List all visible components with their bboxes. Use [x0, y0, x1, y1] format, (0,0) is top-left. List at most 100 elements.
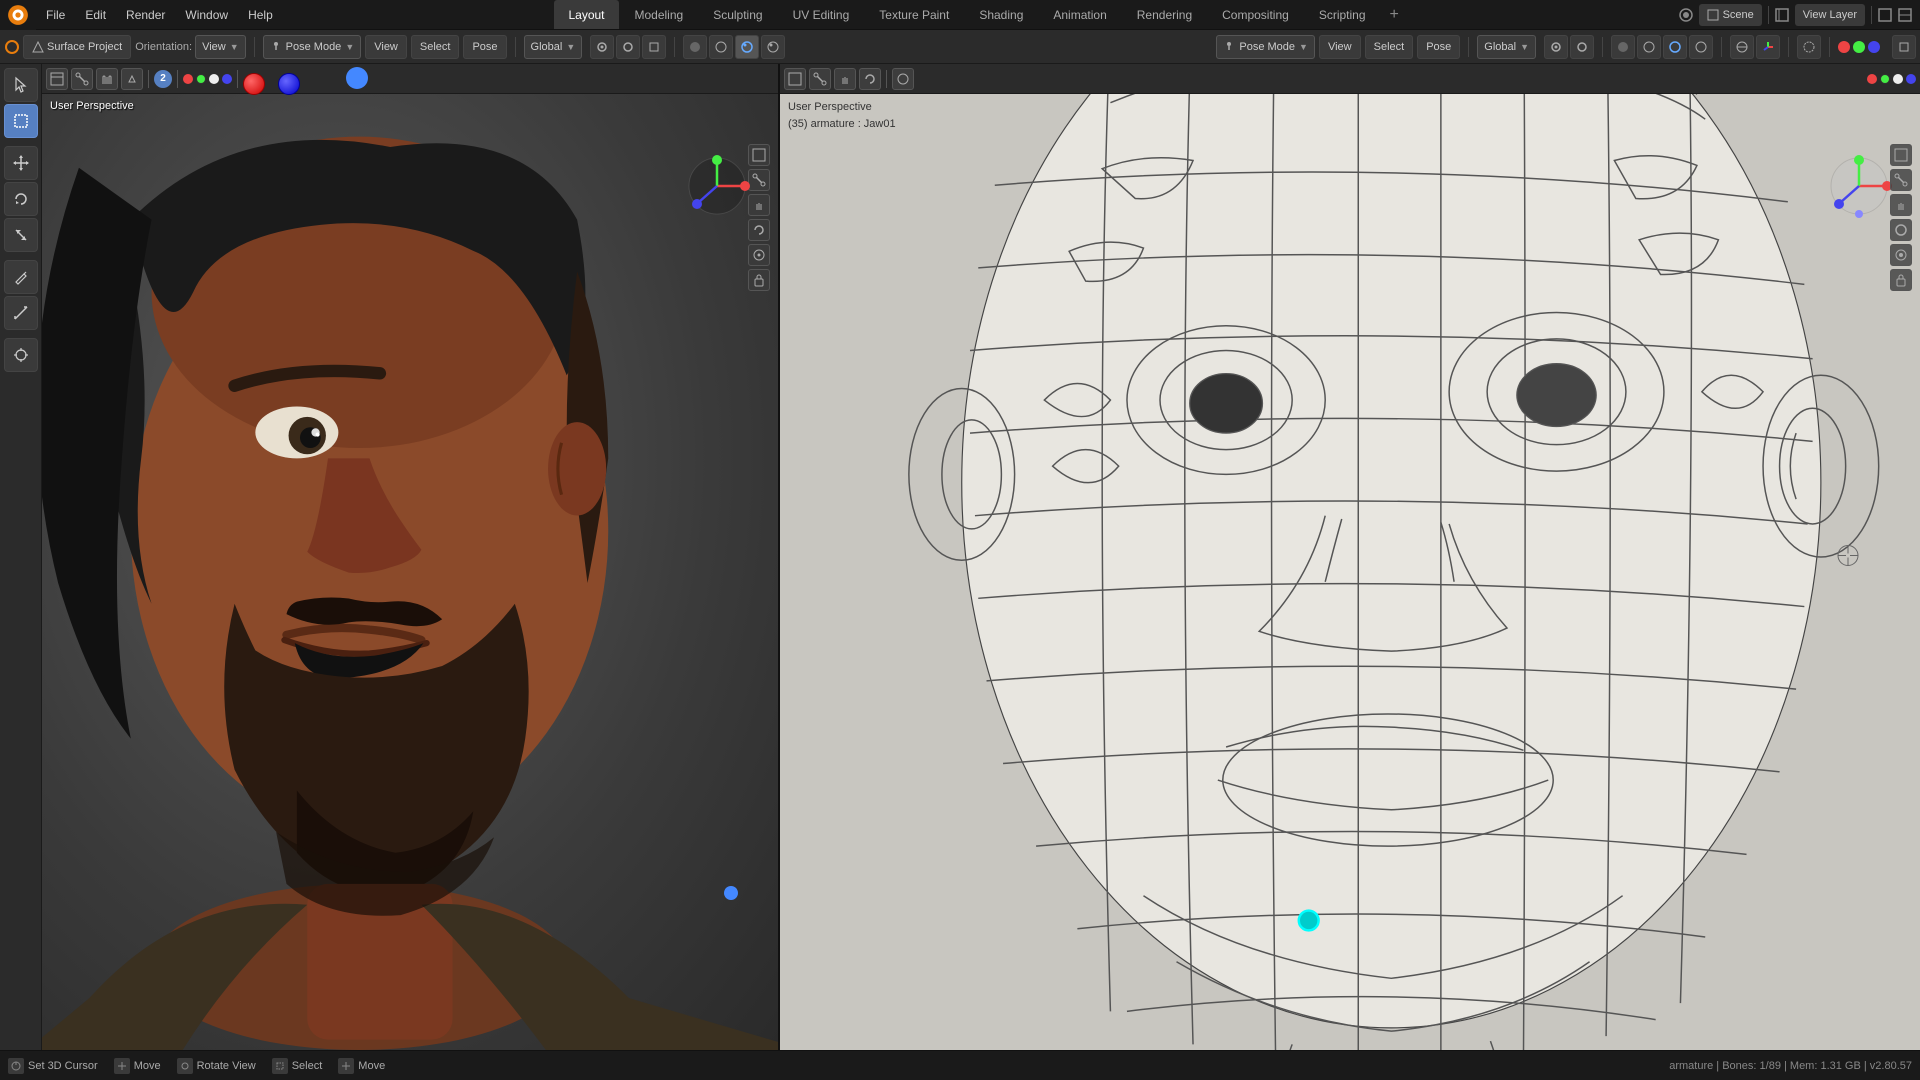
view-layer-selector[interactable]: View Layer [1795, 4, 1865, 26]
move2-icon [338, 1058, 354, 1074]
status-move2: Move [338, 1058, 385, 1074]
view-btn-right[interactable]: View [1319, 35, 1361, 59]
tool-rotate[interactable] [4, 182, 38, 216]
tool-scale[interactable] [4, 218, 38, 252]
vp-mini-cursor[interactable] [748, 244, 770, 266]
color-circle-blue[interactable] [278, 73, 300, 95]
tool-select[interactable] [4, 104, 38, 138]
shading-material-btn-r[interactable] [1663, 35, 1687, 59]
viewport-right[interactable]: .wf-line { stroke: #333; stroke-width: 0… [780, 64, 1920, 1050]
snap-icon-btn-r[interactable] [1544, 35, 1568, 59]
split-indicator: 2 [154, 70, 172, 88]
vp-mini-scene[interactable] [748, 144, 770, 166]
tab-scripting[interactable]: Scripting [1305, 0, 1380, 29]
shading-wireframe-btn[interactable] [709, 35, 733, 59]
tab-sculpting[interactable]: Sculpting [699, 0, 776, 29]
pose-btn-right[interactable]: Pose [1417, 35, 1460, 59]
gizmo-dot-red-r [1867, 74, 1877, 84]
tab-compositing[interactable]: Compositing [1208, 0, 1303, 29]
vp-right-scene-icon[interactable] [784, 68, 806, 90]
vp-right-mini-2[interactable] [1890, 169, 1912, 191]
shading-solid-btn-r[interactable] [1611, 35, 1635, 59]
extra-btn-r1[interactable] [1892, 35, 1916, 59]
menu-file[interactable]: File [36, 0, 75, 29]
tool-annotate[interactable] [4, 260, 38, 294]
viewport-left[interactable]: 2 [42, 64, 780, 1050]
vp-left-transform-icon[interactable] [121, 68, 143, 90]
vp-right-mini-4[interactable] [1890, 219, 1912, 241]
vp-right-cursor-icon[interactable] [892, 68, 914, 90]
global-dropdown-right[interactable]: Global ▼ [1477, 35, 1536, 59]
mouse-icon [8, 1058, 24, 1074]
proportional-icon-btn[interactable] [616, 35, 640, 59]
vp-right-hand-icon[interactable] [834, 68, 856, 90]
select-btn-left[interactable]: Select [411, 35, 460, 59]
shading-dot-blue [222, 74, 232, 84]
vp-right-bone-icon[interactable] [809, 68, 831, 90]
tool-transform[interactable] [4, 338, 38, 372]
tab-uv-editing[interactable]: UV Editing [779, 0, 864, 29]
tab-layout[interactable]: Layout [554, 0, 618, 29]
shading-render-btn[interactable] [761, 35, 785, 59]
orientation-dropdown[interactable]: View ▼ [195, 35, 246, 59]
view-btn-left[interactable]: View [365, 35, 407, 59]
gizmo-dot-green-r [1880, 74, 1890, 84]
tab-texture-paint[interactable]: Texture Paint [865, 0, 963, 29]
vp-mini-hand[interactable] [748, 194, 770, 216]
tab-modeling[interactable]: Modeling [621, 0, 698, 29]
select-btn-right[interactable]: Select [1365, 35, 1414, 59]
surface-project-btn[interactable]: Surface Project [23, 35, 131, 59]
shading-render-btn-r[interactable] [1689, 35, 1713, 59]
top-right-controls: Scene View Layer [1679, 4, 1920, 26]
gizmo-dot-white-r [1893, 74, 1903, 84]
menu-window[interactable]: Window [175, 0, 238, 29]
tab-animation[interactable]: Animation [1039, 0, 1120, 29]
vp-right-mini-3[interactable] [1890, 194, 1912, 216]
pose-mode-dropdown-left[interactable]: Pose Mode ▼ [263, 35, 362, 59]
gizmo-btn-r[interactable] [1756, 35, 1780, 59]
blue-dot [346, 67, 368, 89]
gizmo-dot-blue-r [1906, 74, 1916, 84]
vp-mini-rotate[interactable] [748, 219, 770, 241]
bottom-indicator-dot [724, 886, 738, 900]
menu-items: File Edit Render Window Help [36, 0, 283, 29]
shading-wireframe-btn-r[interactable] [1637, 35, 1661, 59]
vp-mini-bone[interactable] [748, 169, 770, 191]
shading-solid-btn[interactable] [683, 35, 707, 59]
vp-left-bone-icon[interactable] [71, 68, 93, 90]
snap-icon-btn[interactable] [590, 35, 614, 59]
add-workspace-button[interactable]: + [1382, 0, 1407, 29]
vp-right-mini-5[interactable] [1890, 244, 1912, 266]
tab-rendering[interactable]: Rendering [1123, 0, 1206, 29]
scene-selector[interactable]: Scene [1699, 4, 1762, 26]
overlay-btn-r[interactable] [1730, 35, 1754, 59]
select-icon [272, 1058, 288, 1074]
vp-right-mini-1[interactable] [1890, 144, 1912, 166]
tool-cursor[interactable] [4, 68, 38, 102]
top-menu-bar: File Edit Render Window Help Layout Mode… [0, 0, 1920, 30]
menu-render[interactable]: Render [116, 0, 175, 29]
status-set-cursor: Set 3D Cursor [8, 1058, 98, 1074]
tool-measure[interactable] [4, 296, 38, 330]
global-dropdown-left[interactable]: Global ▼ [524, 35, 583, 59]
proportional-icon-btn-r[interactable] [1570, 35, 1594, 59]
vp-right-mini-6[interactable] [1890, 269, 1912, 291]
color-circle-red[interactable] [243, 73, 265, 95]
pivot-icon-btn[interactable] [642, 35, 666, 59]
pose-mode-dropdown-right[interactable]: Pose Mode ▼ [1216, 35, 1315, 59]
pose-btn-left[interactable]: Pose [463, 35, 506, 59]
tool-move[interactable] [4, 146, 38, 180]
xray-btn-r[interactable] [1797, 35, 1821, 59]
vp-left-scene-icon[interactable] [46, 68, 68, 90]
menu-help[interactable]: Help [238, 0, 283, 29]
status-bar: Set 3D Cursor Move Rotate View Select Mo… [0, 1050, 1920, 1080]
tab-shading[interactable]: Shading [965, 0, 1037, 29]
main-toolbar: Surface Project Orientation: View ▼ Pose… [0, 30, 1920, 64]
vp-left-hand-icon[interactable] [96, 68, 118, 90]
vp-right-rotate-icon[interactable] [859, 68, 881, 90]
menu-edit[interactable]: Edit [75, 0, 116, 29]
viewport-crosshair [1836, 544, 1860, 571]
vp-mini-lock[interactable] [748, 269, 770, 291]
workspace-tabs: Layout Modeling Sculpting UV Editing Tex… [283, 0, 1679, 29]
shading-material-btn[interactable] [735, 35, 759, 59]
